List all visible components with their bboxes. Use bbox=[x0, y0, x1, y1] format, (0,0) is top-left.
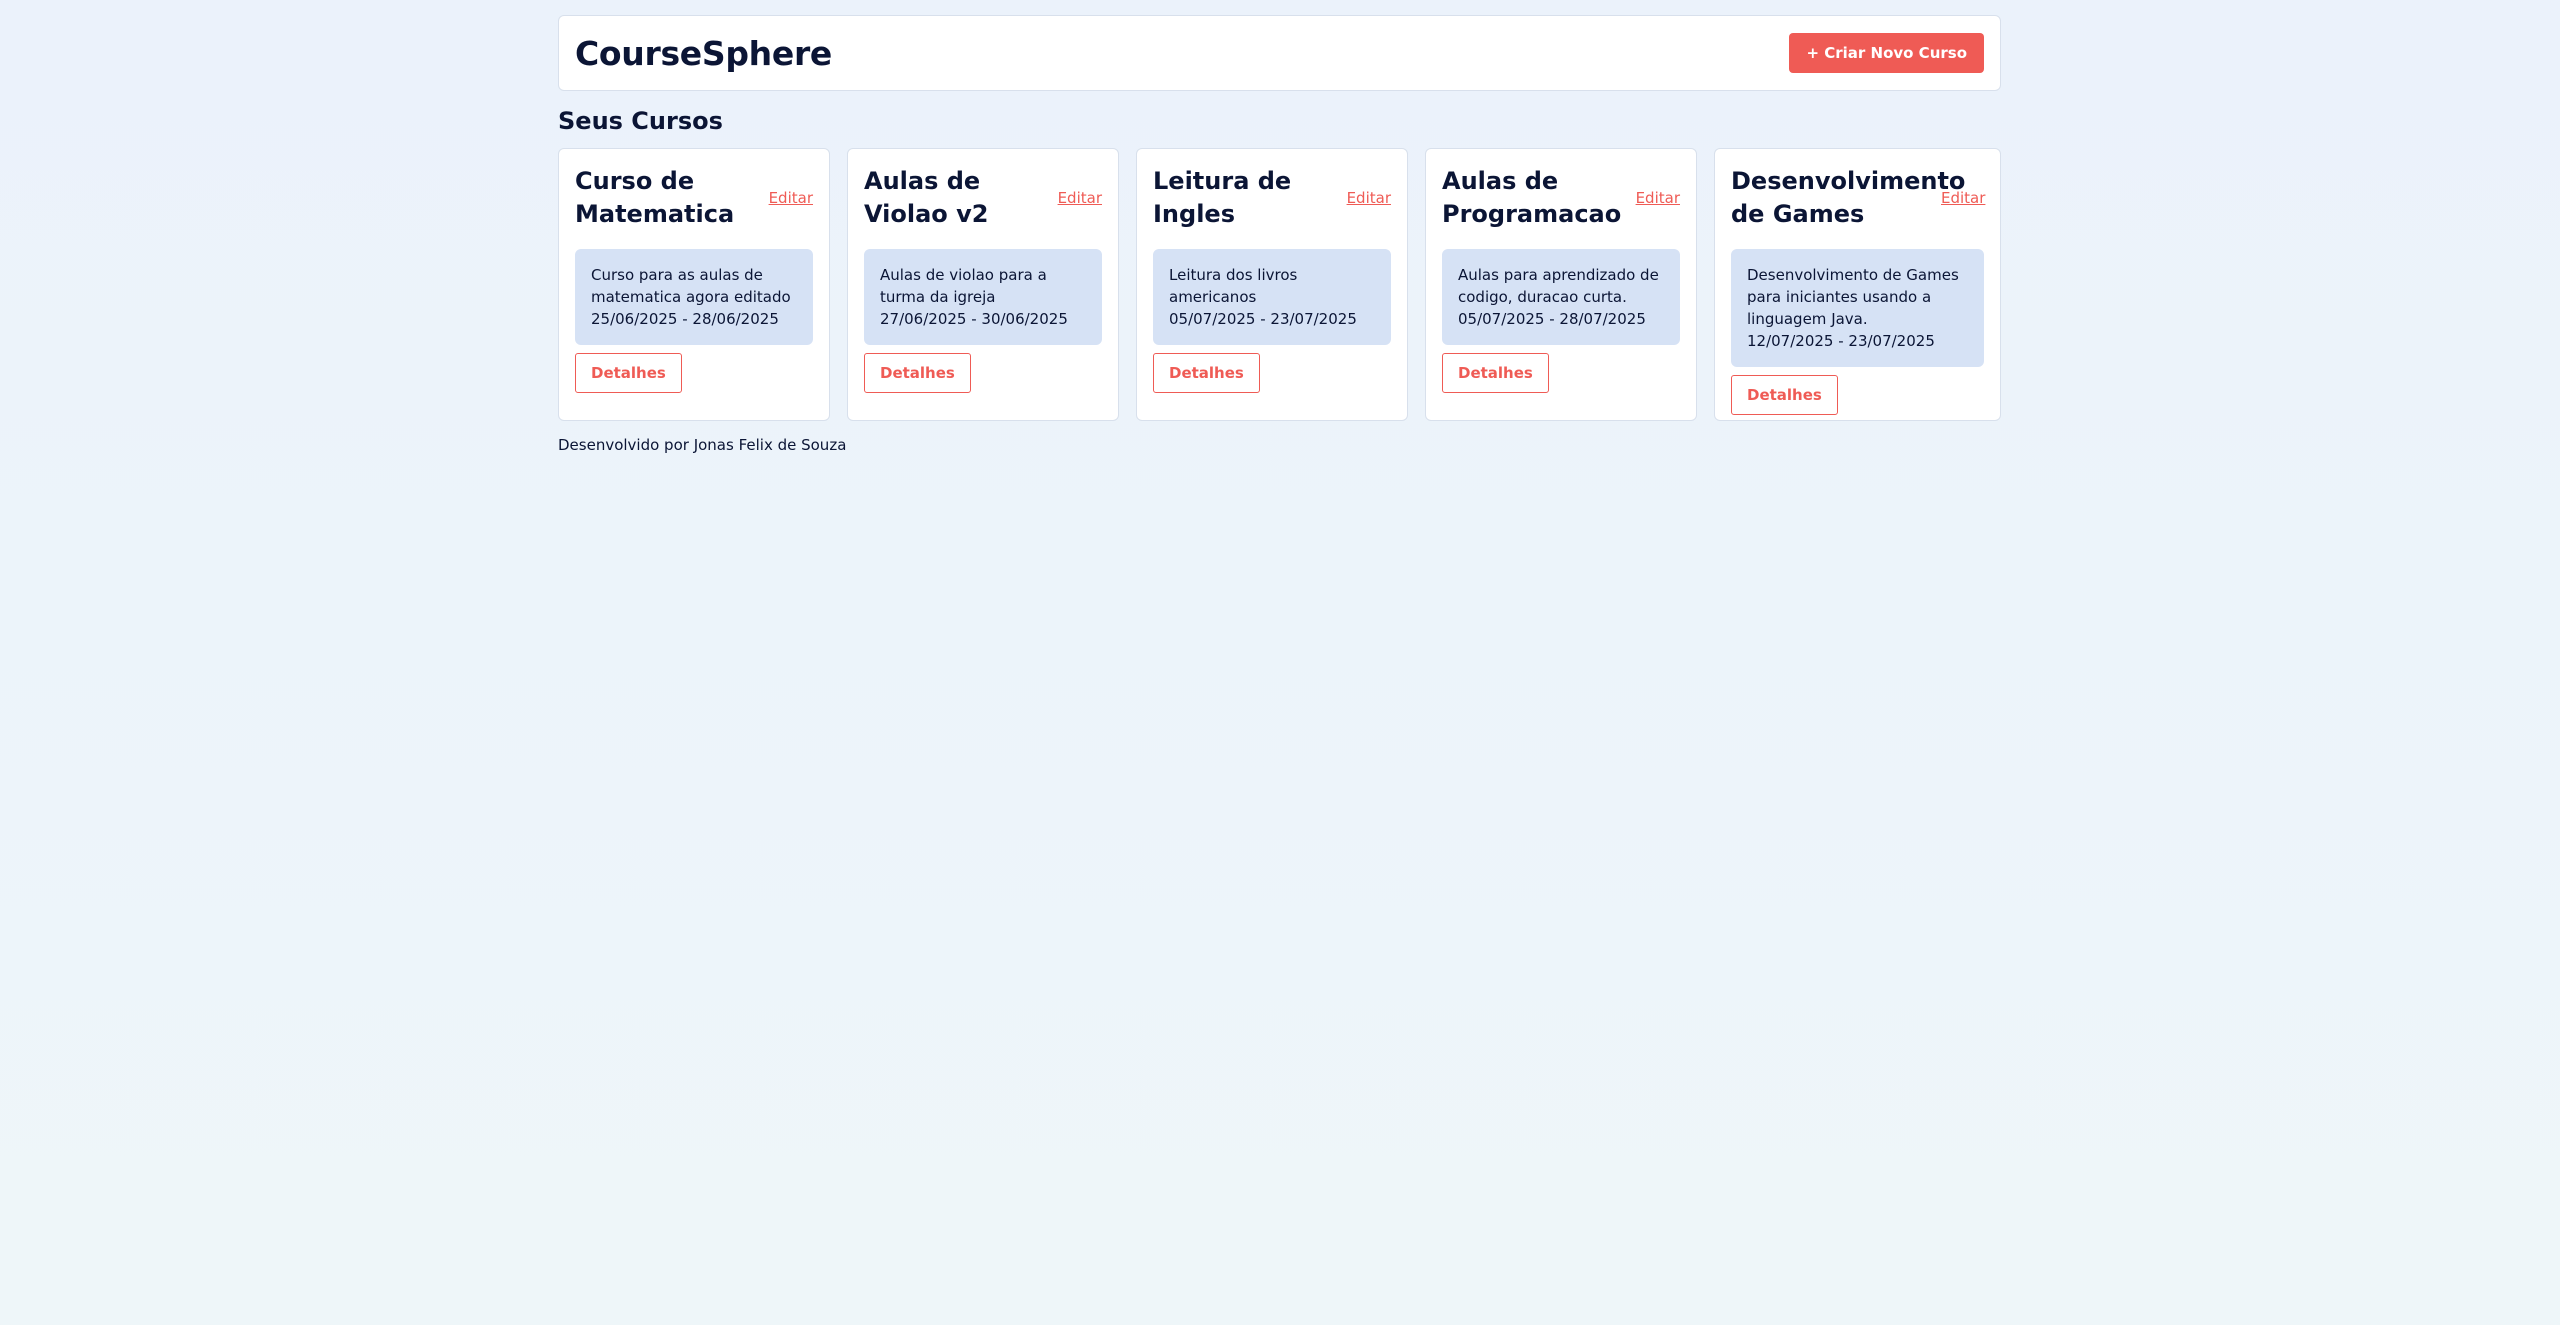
course-card-header: Leitura de Ingles Editar bbox=[1153, 165, 1391, 231]
edit-course-link[interactable]: Editar bbox=[1636, 189, 1680, 207]
edit-course-link[interactable]: Editar bbox=[769, 189, 813, 207]
course-title: Aulas de Violao v2 bbox=[864, 167, 989, 228]
course-list: Curso de Matematica Editar Curso para as… bbox=[558, 148, 2001, 421]
course-card-header: Aulas de Programacao Editar bbox=[1442, 165, 1680, 231]
course-dates: 25/06/2025 - 28/06/2025 bbox=[591, 310, 779, 328]
page-footer: Desenvolvido por Jonas Felix de Souza bbox=[558, 436, 847, 454]
course-description-box: Leitura dos livros americanos 05/07/2025… bbox=[1153, 249, 1391, 345]
course-card: Curso de Matematica Editar Curso para as… bbox=[558, 148, 830, 421]
top-header: CourseSphere + Criar Novo Curso bbox=[558, 15, 2001, 91]
edit-course-link[interactable]: Editar bbox=[1347, 189, 1391, 207]
course-card: Aulas de Violao v2 Editar Aulas de viola… bbox=[847, 148, 1119, 421]
course-dates: 05/07/2025 - 28/07/2025 bbox=[1458, 310, 1646, 328]
course-description-box: Desenvolvimento de Games para iniciantes… bbox=[1731, 249, 1984, 367]
course-description-box: Curso para as aulas de matematica agora … bbox=[575, 249, 813, 345]
course-dates: 05/07/2025 - 23/07/2025 bbox=[1169, 310, 1357, 328]
course-card: Aulas de Programacao Editar Aulas para a… bbox=[1425, 148, 1697, 421]
course-dates: 27/06/2025 - 30/06/2025 bbox=[880, 310, 1068, 328]
course-description-box: Aulas de violao para a turma da igreja 2… bbox=[864, 249, 1102, 345]
course-dates: 12/07/2025 - 23/07/2025 bbox=[1747, 332, 1935, 350]
edit-course-link[interactable]: Editar bbox=[1941, 189, 1985, 207]
course-details-button[interactable]: Detalhes bbox=[864, 353, 971, 393]
course-description: Desenvolvimento de Games para iniciantes… bbox=[1747, 266, 1959, 328]
course-title: Curso de Matematica bbox=[575, 167, 735, 228]
page-container: CourseSphere + Criar Novo Curso Seus Cur… bbox=[558, 15, 2001, 454]
course-title: Aulas de Programacao bbox=[1442, 167, 1622, 228]
course-card: Desenvolvimento de Games Editar Desenvol… bbox=[1714, 148, 2001, 421]
course-card-header: Desenvolvimento de Games Editar bbox=[1731, 165, 1985, 231]
course-description: Leitura dos livros americanos bbox=[1169, 266, 1298, 306]
course-title: Leitura de Ingles bbox=[1153, 167, 1292, 228]
course-title: Desenvolvimento de Games bbox=[1731, 167, 1966, 228]
course-card-header: Curso de Matematica Editar bbox=[575, 165, 813, 231]
course-card-header: Aulas de Violao v2 Editar bbox=[864, 165, 1102, 231]
course-description: Aulas para aprendizado de codigo, duraca… bbox=[1458, 266, 1659, 306]
course-details-button[interactable]: Detalhes bbox=[575, 353, 682, 393]
course-details-button[interactable]: Detalhes bbox=[1153, 353, 1260, 393]
course-description: Curso para as aulas de matematica agora … bbox=[591, 266, 791, 306]
course-details-button[interactable]: Detalhes bbox=[1731, 375, 1838, 415]
course-description: Aulas de violao para a turma da igreja bbox=[880, 266, 1047, 306]
edit-course-link[interactable]: Editar bbox=[1058, 189, 1102, 207]
brand-title: CourseSphere bbox=[575, 33, 833, 73]
create-course-button[interactable]: + Criar Novo Curso bbox=[1789, 33, 1984, 73]
section-title: Seus Cursos bbox=[558, 107, 723, 135]
course-description-box: Aulas para aprendizado de codigo, duraca… bbox=[1442, 249, 1680, 345]
course-details-button[interactable]: Detalhes bbox=[1442, 353, 1549, 393]
course-card: Leitura de Ingles Editar Leitura dos liv… bbox=[1136, 148, 1408, 421]
